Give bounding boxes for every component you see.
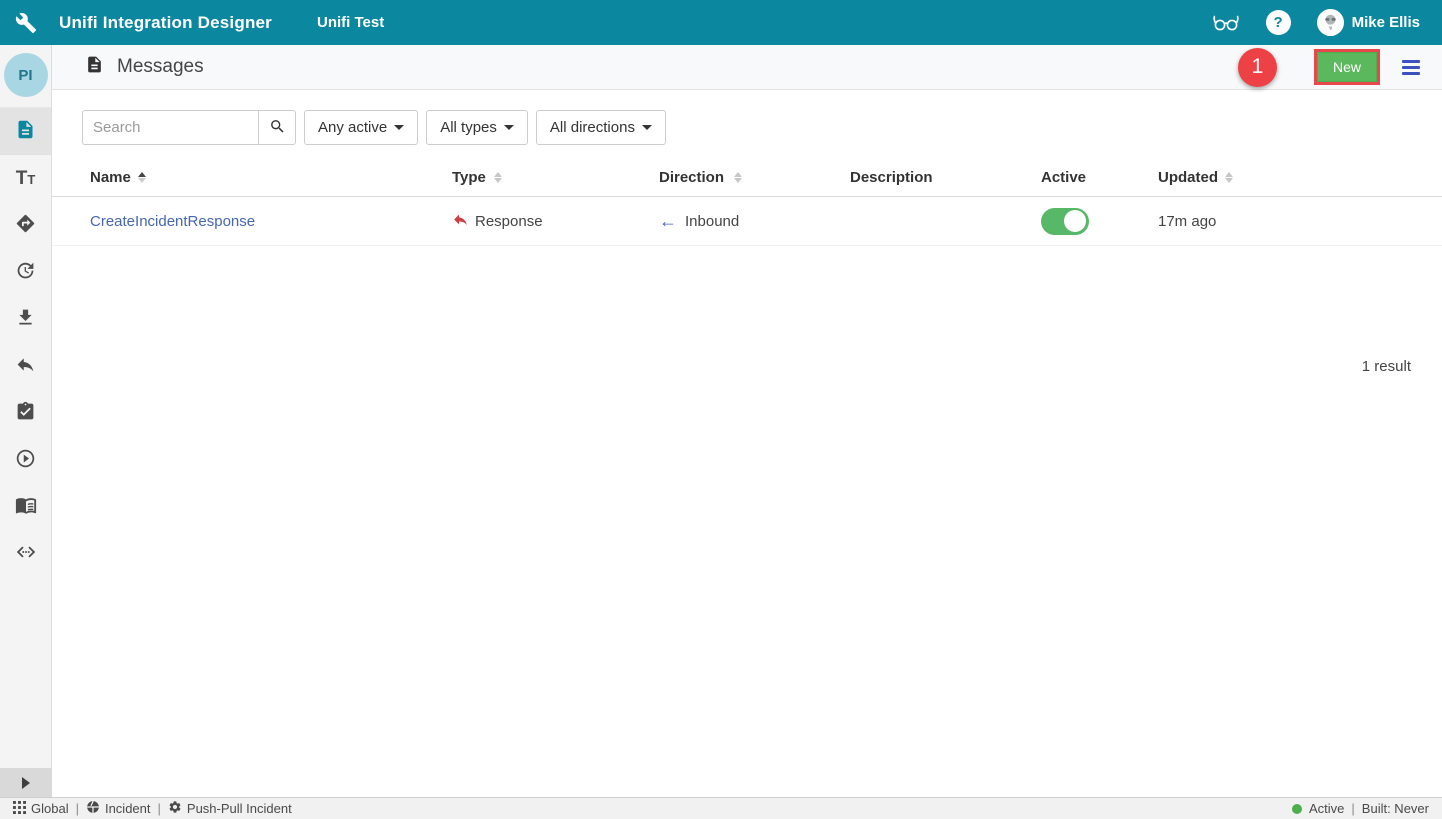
type-filter-dropdown[interactable]: All types — [426, 110, 528, 145]
glasses-icon[interactable] — [1212, 15, 1240, 31]
sidebar-item-responses[interactable] — [0, 343, 51, 390]
gear-icon — [168, 800, 182, 817]
search-input[interactable] — [82, 110, 258, 145]
column-header-type[interactable]: Type — [452, 169, 659, 186]
annotation-step-badge: 1 — [1238, 48, 1277, 87]
sidebar-item-directions[interactable] — [0, 202, 51, 249]
messages-doc-icon — [85, 55, 104, 79]
code-icon — [15, 541, 37, 568]
built-label: Built: Never — [1362, 801, 1429, 816]
search-icon — [269, 118, 286, 138]
new-button[interactable]: New — [1317, 52, 1377, 82]
sidebar-item-tasks[interactable] — [0, 390, 51, 437]
wrench-icon — [0, 12, 52, 34]
message-name-link[interactable]: CreateIncidentResponse — [90, 213, 255, 230]
sidebar: PI TT — [0, 45, 52, 797]
type-filter-label: All types — [440, 119, 497, 136]
sort-ascending-icon — [138, 172, 146, 183]
help-icon[interactable]: ? — [1266, 10, 1291, 35]
column-header-name[interactable]: Name — [90, 169, 452, 186]
menu-icon[interactable] — [1398, 56, 1424, 79]
chevron-down-icon — [642, 125, 652, 130]
sidebar-item-documentation[interactable] — [0, 484, 51, 531]
inbound-arrow-icon: ← — [659, 212, 677, 230]
sidebar-item-messages[interactable] — [0, 108, 51, 155]
sidebar-item-api[interactable] — [0, 531, 51, 578]
message-type: Response — [475, 213, 543, 230]
separator: | — [1351, 801, 1354, 816]
annotation-highlight-box: New — [1314, 49, 1380, 85]
toolbar: Any active All types All directions — [52, 90, 1442, 145]
direction-filter-dropdown[interactable]: All directions — [536, 110, 666, 145]
book-icon — [15, 494, 37, 521]
play-circle-icon — [15, 448, 36, 474]
sidebar-expand-button[interactable] — [0, 768, 52, 797]
column-header-updated[interactable]: Updated — [1158, 169, 1442, 186]
app-title: Unifi Integration Designer — [59, 13, 272, 33]
toggle-knob — [1064, 210, 1086, 232]
active-toggle[interactable] — [1041, 208, 1089, 235]
process-label: Push-Pull Incident — [187, 801, 292, 816]
sort-icon — [734, 172, 742, 183]
clipboard-check-icon — [15, 401, 36, 427]
table-selector[interactable]: Incident — [86, 800, 151, 817]
sidebar-item-download[interactable] — [0, 296, 51, 343]
scope-selector[interactable]: Global — [13, 801, 69, 817]
sidebar-item-history[interactable] — [0, 249, 51, 296]
grid-icon — [13, 801, 26, 817]
page-title: Messages — [117, 56, 204, 78]
search-button[interactable] — [258, 110, 296, 145]
result-count: 1 result — [52, 358, 1442, 375]
table-header-row: Name Type Direction Description Active — [52, 159, 1442, 197]
messages-table: Name Type Direction Description Active — [52, 159, 1442, 246]
chevron-right-icon — [22, 777, 30, 789]
text-fields-icon: TT — [16, 169, 36, 188]
document-icon — [15, 119, 36, 145]
chevron-down-icon — [504, 125, 514, 130]
incident-table-icon — [86, 800, 100, 817]
sidebar-item-run[interactable] — [0, 437, 51, 484]
history-icon — [15, 260, 36, 286]
chevron-down-icon — [394, 125, 404, 130]
directions-icon — [15, 213, 36, 239]
process-selector[interactable]: Push-Pull Incident — [168, 800, 292, 817]
separator: | — [158, 801, 161, 816]
integration-avatar[interactable]: PI — [4, 53, 48, 97]
column-header-active[interactable]: Active — [1041, 169, 1158, 186]
user-name: Mike Ellis — [1352, 14, 1420, 31]
column-header-description[interactable]: Description — [850, 169, 1041, 186]
page-header: Messages 1 New — [52, 45, 1442, 90]
response-type-icon — [452, 211, 469, 232]
reply-icon — [15, 354, 36, 380]
top-bar: Unifi Integration Designer Unifi Test ? — [0, 0, 1442, 45]
download-icon — [15, 307, 36, 333]
environment-name[interactable]: Unifi Test — [317, 14, 384, 31]
message-updated: 17m ago — [1158, 213, 1442, 230]
active-filter-label: Any active — [318, 119, 387, 136]
sort-icon — [1225, 172, 1233, 183]
status-dot-icon — [1292, 804, 1302, 814]
active-filter-dropdown[interactable]: Any active — [304, 110, 418, 145]
sidebar-item-fields[interactable]: TT — [0, 155, 51, 202]
status-label: Active — [1309, 801, 1344, 816]
message-direction: Inbound — [685, 213, 739, 230]
user-menu[interactable]: Mike Ellis — [1317, 9, 1420, 36]
sort-icon — [494, 172, 502, 183]
status-bar: Global | Incident | Push-Pull Incident A… — [0, 797, 1442, 819]
table-row: CreateIncidentResponse Response ← Inboun… — [52, 197, 1442, 246]
user-avatar — [1317, 9, 1344, 36]
column-header-direction[interactable]: Direction — [659, 169, 850, 186]
separator: | — [76, 801, 79, 816]
direction-filter-label: All directions — [550, 119, 635, 136]
scope-label: Global — [31, 801, 69, 816]
table-label: Incident — [105, 801, 151, 816]
